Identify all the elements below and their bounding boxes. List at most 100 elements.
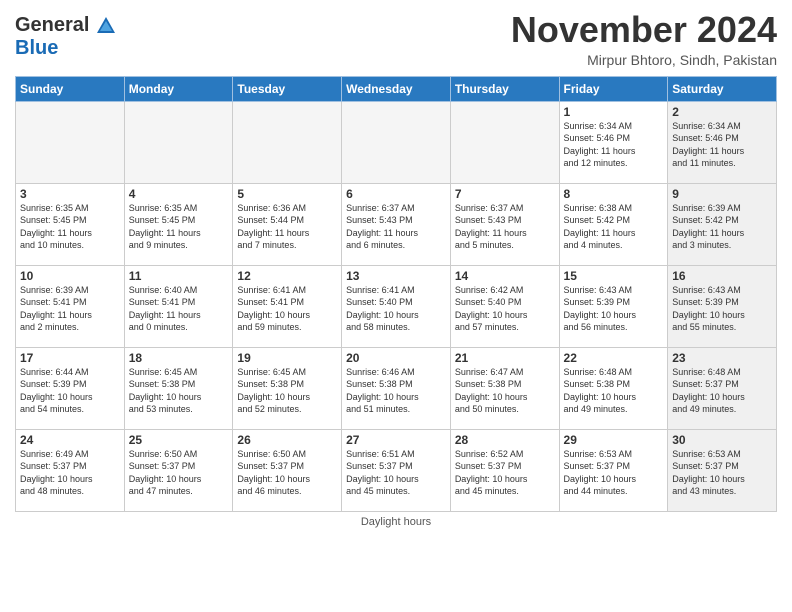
day-number: 16 xyxy=(672,269,772,283)
month-title: November 2024 xyxy=(511,10,777,50)
calendar-cell: 15Sunrise: 6:43 AM Sunset: 5:39 PM Dayli… xyxy=(559,265,668,347)
day-info: Sunrise: 6:45 AM Sunset: 5:38 PM Dayligh… xyxy=(129,366,229,416)
calendar-cell: 30Sunrise: 6:53 AM Sunset: 5:37 PM Dayli… xyxy=(668,429,777,511)
weekday-header: Friday xyxy=(559,76,668,101)
day-info: Sunrise: 6:49 AM Sunset: 5:37 PM Dayligh… xyxy=(20,448,120,498)
weekday-header-row: SundayMondayTuesdayWednesdayThursdayFrid… xyxy=(16,76,777,101)
title-block: November 2024 Mirpur Bhtoro, Sindh, Paki… xyxy=(511,10,777,68)
calendar-cell xyxy=(233,101,342,183)
calendar-cell: 10Sunrise: 6:39 AM Sunset: 5:41 PM Dayli… xyxy=(16,265,125,347)
day-info: Sunrise: 6:52 AM Sunset: 5:37 PM Dayligh… xyxy=(455,448,555,498)
day-number: 5 xyxy=(237,187,337,201)
day-info: Sunrise: 6:41 AM Sunset: 5:40 PM Dayligh… xyxy=(346,284,446,334)
calendar-cell: 20Sunrise: 6:46 AM Sunset: 5:38 PM Dayli… xyxy=(342,347,451,429)
header: General Blue November 2024 Mirpur Bhtoro… xyxy=(15,10,777,68)
logo-text: General Blue xyxy=(15,14,117,59)
calendar-cell: 5Sunrise: 6:36 AM Sunset: 5:44 PM Daylig… xyxy=(233,183,342,265)
weekday-header: Tuesday xyxy=(233,76,342,101)
day-number: 12 xyxy=(237,269,337,283)
calendar-cell xyxy=(124,101,233,183)
calendar-cell: 23Sunrise: 6:48 AM Sunset: 5:37 PM Dayli… xyxy=(668,347,777,429)
day-info: Sunrise: 6:51 AM Sunset: 5:37 PM Dayligh… xyxy=(346,448,446,498)
calendar-cell xyxy=(342,101,451,183)
calendar-cell: 9Sunrise: 6:39 AM Sunset: 5:42 PM Daylig… xyxy=(668,183,777,265)
day-number: 23 xyxy=(672,351,772,365)
calendar-cell: 28Sunrise: 6:52 AM Sunset: 5:37 PM Dayli… xyxy=(450,429,559,511)
day-info: Sunrise: 6:50 AM Sunset: 5:37 PM Dayligh… xyxy=(237,448,337,498)
day-number: 1 xyxy=(564,105,664,119)
calendar-cell: 26Sunrise: 6:50 AM Sunset: 5:37 PM Dayli… xyxy=(233,429,342,511)
day-number: 11 xyxy=(129,269,229,283)
day-number: 17 xyxy=(20,351,120,365)
calendar-cell: 2Sunrise: 6:34 AM Sunset: 5:46 PM Daylig… xyxy=(668,101,777,183)
day-info: Sunrise: 6:40 AM Sunset: 5:41 PM Dayligh… xyxy=(129,284,229,334)
calendar-cell: 29Sunrise: 6:53 AM Sunset: 5:37 PM Dayli… xyxy=(559,429,668,511)
weekday-header: Monday xyxy=(124,76,233,101)
day-info: Sunrise: 6:35 AM Sunset: 5:45 PM Dayligh… xyxy=(129,202,229,252)
day-info: Sunrise: 6:39 AM Sunset: 5:41 PM Dayligh… xyxy=(20,284,120,334)
calendar-week-row: 1Sunrise: 6:34 AM Sunset: 5:46 PM Daylig… xyxy=(16,101,777,183)
calendar-cell: 14Sunrise: 6:42 AM Sunset: 5:40 PM Dayli… xyxy=(450,265,559,347)
calendar-cell: 6Sunrise: 6:37 AM Sunset: 5:43 PM Daylig… xyxy=(342,183,451,265)
day-info: Sunrise: 6:48 AM Sunset: 5:38 PM Dayligh… xyxy=(564,366,664,416)
calendar-week-row: 24Sunrise: 6:49 AM Sunset: 5:37 PM Dayli… xyxy=(16,429,777,511)
day-number: 7 xyxy=(455,187,555,201)
day-info: Sunrise: 6:39 AM Sunset: 5:42 PM Dayligh… xyxy=(672,202,772,252)
day-number: 19 xyxy=(237,351,337,365)
day-number: 20 xyxy=(346,351,446,365)
day-number: 21 xyxy=(455,351,555,365)
calendar-week-row: 3Sunrise: 6:35 AM Sunset: 5:45 PM Daylig… xyxy=(16,183,777,265)
day-number: 9 xyxy=(672,187,772,201)
day-number: 8 xyxy=(564,187,664,201)
calendar-cell: 12Sunrise: 6:41 AM Sunset: 5:41 PM Dayli… xyxy=(233,265,342,347)
day-info: Sunrise: 6:43 AM Sunset: 5:39 PM Dayligh… xyxy=(672,284,772,334)
weekday-header: Saturday xyxy=(668,76,777,101)
weekday-header: Thursday xyxy=(450,76,559,101)
day-number: 25 xyxy=(129,433,229,447)
page-container: General Blue November 2024 Mirpur Bhtoro… xyxy=(0,0,792,533)
day-info: Sunrise: 6:37 AM Sunset: 5:43 PM Dayligh… xyxy=(346,202,446,252)
calendar-cell: 7Sunrise: 6:37 AM Sunset: 5:43 PM Daylig… xyxy=(450,183,559,265)
day-info: Sunrise: 6:53 AM Sunset: 5:37 PM Dayligh… xyxy=(672,448,772,498)
weekday-header: Wednesday xyxy=(342,76,451,101)
day-number: 15 xyxy=(564,269,664,283)
calendar-cell xyxy=(450,101,559,183)
calendar-cell: 18Sunrise: 6:45 AM Sunset: 5:38 PM Dayli… xyxy=(124,347,233,429)
calendar-cell: 16Sunrise: 6:43 AM Sunset: 5:39 PM Dayli… xyxy=(668,265,777,347)
day-number: 13 xyxy=(346,269,446,283)
day-info: Sunrise: 6:35 AM Sunset: 5:45 PM Dayligh… xyxy=(20,202,120,252)
day-number: 27 xyxy=(346,433,446,447)
calendar-table: SundayMondayTuesdayWednesdayThursdayFrid… xyxy=(15,76,777,512)
logo: General Blue xyxy=(15,14,117,59)
day-info: Sunrise: 6:36 AM Sunset: 5:44 PM Dayligh… xyxy=(237,202,337,252)
calendar-cell: 27Sunrise: 6:51 AM Sunset: 5:37 PM Dayli… xyxy=(342,429,451,511)
day-info: Sunrise: 6:34 AM Sunset: 5:46 PM Dayligh… xyxy=(564,120,664,170)
day-info: Sunrise: 6:41 AM Sunset: 5:41 PM Dayligh… xyxy=(237,284,337,334)
day-number: 30 xyxy=(672,433,772,447)
day-info: Sunrise: 6:37 AM Sunset: 5:43 PM Dayligh… xyxy=(455,202,555,252)
day-number: 10 xyxy=(20,269,120,283)
day-info: Sunrise: 6:46 AM Sunset: 5:38 PM Dayligh… xyxy=(346,366,446,416)
day-info: Sunrise: 6:34 AM Sunset: 5:46 PM Dayligh… xyxy=(672,120,772,170)
calendar-cell: 3Sunrise: 6:35 AM Sunset: 5:45 PM Daylig… xyxy=(16,183,125,265)
day-info: Sunrise: 6:53 AM Sunset: 5:37 PM Dayligh… xyxy=(564,448,664,498)
footer-note: Daylight hours xyxy=(15,516,777,528)
day-info: Sunrise: 6:44 AM Sunset: 5:39 PM Dayligh… xyxy=(20,366,120,416)
calendar-cell: 17Sunrise: 6:44 AM Sunset: 5:39 PM Dayli… xyxy=(16,347,125,429)
weekday-header: Sunday xyxy=(16,76,125,101)
day-number: 2 xyxy=(672,105,772,119)
calendar-week-row: 17Sunrise: 6:44 AM Sunset: 5:39 PM Dayli… xyxy=(16,347,777,429)
day-info: Sunrise: 6:48 AM Sunset: 5:37 PM Dayligh… xyxy=(672,366,772,416)
day-number: 29 xyxy=(564,433,664,447)
calendar-cell: 4Sunrise: 6:35 AM Sunset: 5:45 PM Daylig… xyxy=(124,183,233,265)
day-info: Sunrise: 6:50 AM Sunset: 5:37 PM Dayligh… xyxy=(129,448,229,498)
day-info: Sunrise: 6:45 AM Sunset: 5:38 PM Dayligh… xyxy=(237,366,337,416)
calendar-cell: 8Sunrise: 6:38 AM Sunset: 5:42 PM Daylig… xyxy=(559,183,668,265)
calendar-cell: 25Sunrise: 6:50 AM Sunset: 5:37 PM Dayli… xyxy=(124,429,233,511)
day-info: Sunrise: 6:42 AM Sunset: 5:40 PM Dayligh… xyxy=(455,284,555,334)
day-number: 24 xyxy=(20,433,120,447)
calendar-cell: 19Sunrise: 6:45 AM Sunset: 5:38 PM Dayli… xyxy=(233,347,342,429)
day-info: Sunrise: 6:47 AM Sunset: 5:38 PM Dayligh… xyxy=(455,366,555,416)
day-number: 22 xyxy=(564,351,664,365)
day-number: 26 xyxy=(237,433,337,447)
